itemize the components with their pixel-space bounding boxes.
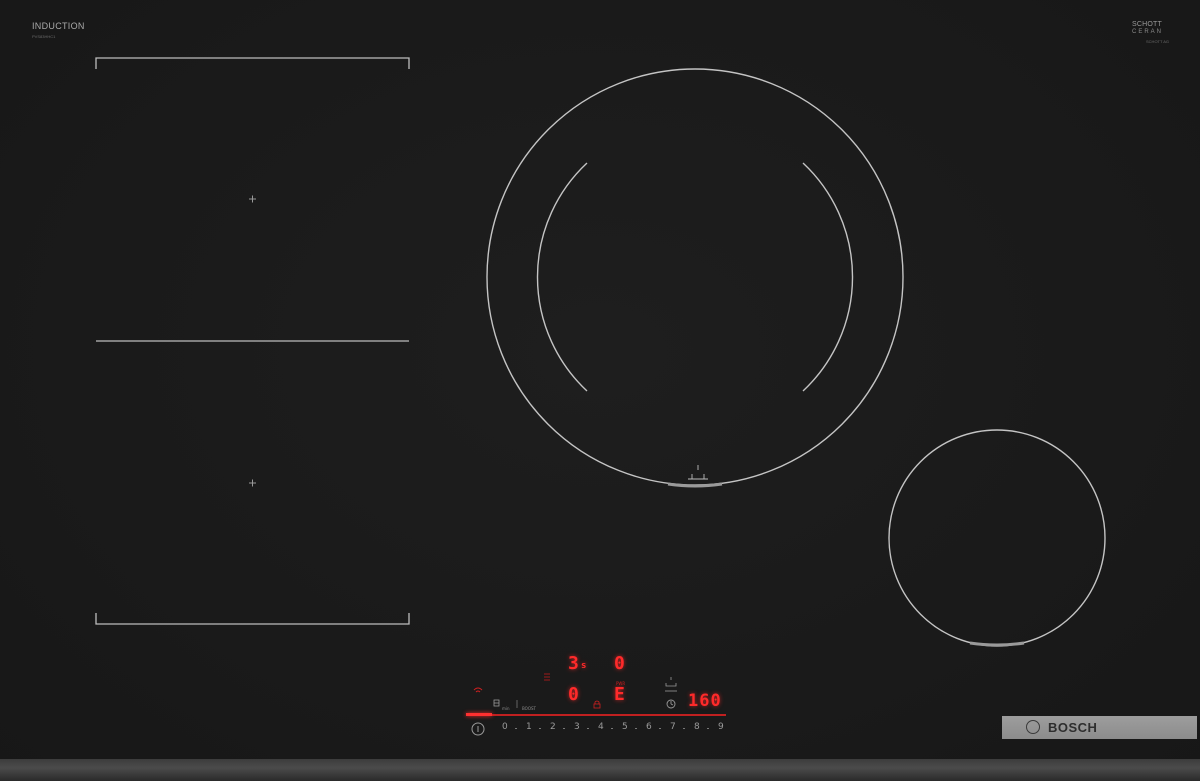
induction-hob: INDUCTION PVS83HHC1 SCHOTT CERAN SCHOTT …	[0, 0, 1200, 781]
power-scale[interactable]: 0 1 2 3 4 5 6 7 8 9	[470, 722, 730, 736]
large-zone-inner-arc-left	[536, 162, 588, 392]
scale-dot	[683, 728, 685, 729]
scale-dot	[515, 728, 517, 729]
power-scale-7[interactable]: 7	[670, 722, 676, 732]
power-scale-1[interactable]: 1	[526, 722, 532, 732]
wifi-icon[interactable]	[473, 687, 483, 693]
zone-top-left-level[interactable]: 3	[568, 655, 579, 673]
zone-select-icon[interactable]	[493, 699, 500, 707]
power-scale-8[interactable]: 8	[694, 722, 700, 732]
zone-top-left-sub: s	[581, 661, 587, 671]
fry-sensor-icon[interactable]	[665, 677, 677, 692]
large-zone-outer-ring	[486, 68, 904, 486]
zone-bottom-left-level[interactable]: 0	[568, 686, 579, 704]
large-zone-inner-arc-right	[802, 162, 854, 392]
pan-sensor-icon	[688, 465, 708, 480]
scale-dot	[707, 728, 709, 729]
power-scale-6[interactable]: 6	[646, 722, 652, 732]
red-tick-marks	[544, 673, 550, 681]
power-scale-9[interactable]: 9	[718, 722, 724, 732]
scale-dot	[539, 728, 541, 729]
power-slider-active	[466, 713, 492, 716]
timer-label: min	[502, 706, 510, 711]
flex-zone-top-marker	[249, 195, 256, 203]
clock-icon[interactable]	[666, 699, 676, 709]
flex-zone-bottom-marker	[249, 479, 256, 487]
front-frame	[0, 759, 1200, 781]
small-zone-indicator-bar	[969, 641, 1025, 647]
scale-dot	[611, 728, 613, 729]
brand-logo: BOSCH	[1048, 720, 1098, 735]
scale-dot	[635, 728, 637, 729]
power-scale-4[interactable]: 4	[598, 722, 604, 732]
small-zone-ring	[888, 429, 1106, 647]
boost-label[interactable]: BOOST	[522, 706, 536, 711]
flex-zone-outline	[95, 57, 410, 625]
temperature-display: 160	[688, 691, 722, 711]
power-scale-5[interactable]: 5	[622, 722, 628, 732]
power-scale-0[interactable]: 0	[502, 722, 508, 732]
cooking-zones	[95, 57, 1106, 736]
power-slider-track[interactable]	[466, 714, 726, 716]
zone-bottom-right-level[interactable]: E	[614, 686, 625, 704]
scale-dot	[563, 728, 565, 729]
scale-dot	[587, 728, 589, 729]
power-scale-3[interactable]: 3	[574, 722, 580, 732]
power-label: PWR	[616, 681, 626, 686]
power-scale-2[interactable]: 2	[550, 722, 556, 732]
bosch-emblem-icon	[1026, 720, 1040, 734]
scale-dot	[659, 728, 661, 729]
large-zone-indicator-bar	[667, 482, 723, 488]
lock-icon[interactable]	[593, 700, 601, 709]
zone-top-right-level[interactable]: 0	[614, 655, 625, 673]
